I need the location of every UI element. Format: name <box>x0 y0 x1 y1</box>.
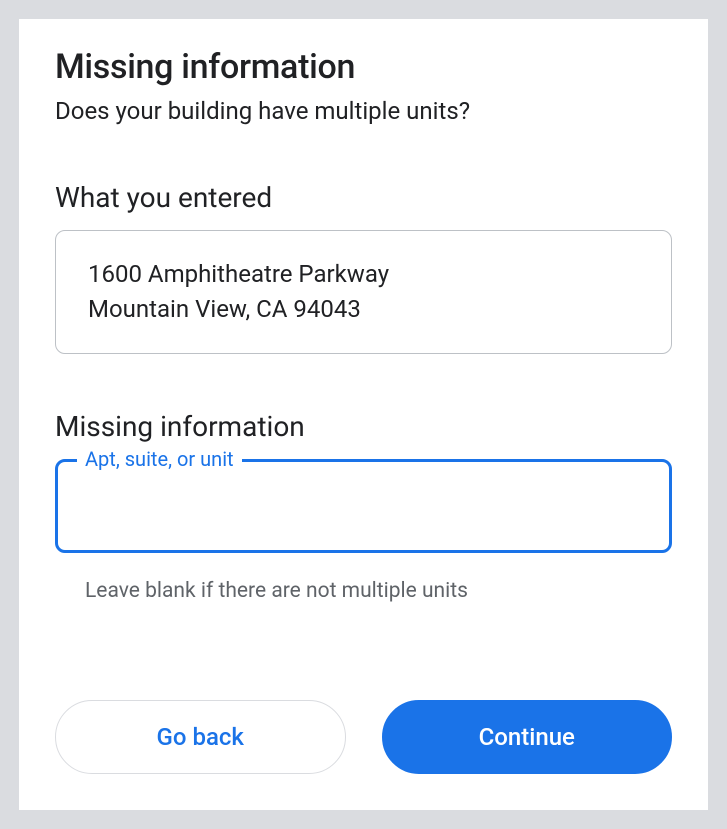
unit-field-wrap: Apt, suite, or unit <box>55 459 672 553</box>
missing-heading: Missing information <box>55 410 672 443</box>
unit-field-label: Apt, suite, or unit <box>77 447 242 471</box>
go-back-button[interactable]: Go back <box>55 700 346 774</box>
entered-address-box: 1600 Amphitheatre Parkway Mountain View,… <box>55 230 672 354</box>
page-subtitle: Does your building have multiple units? <box>55 97 672 125</box>
unit-input[interactable] <box>55 459 672 553</box>
dialog-card: Missing information Does your building h… <box>18 18 709 811</box>
address-line-1: 1600 Amphitheatre Parkway <box>88 257 639 292</box>
button-row: Go back Continue <box>55 660 672 774</box>
continue-button[interactable]: Continue <box>382 700 673 774</box>
address-line-2: Mountain View, CA 94043 <box>88 292 639 327</box>
unit-helper-text: Leave blank if there are not multiple un… <box>55 579 672 603</box>
page-title: Missing information <box>55 47 672 87</box>
entered-heading: What you entered <box>55 181 672 214</box>
